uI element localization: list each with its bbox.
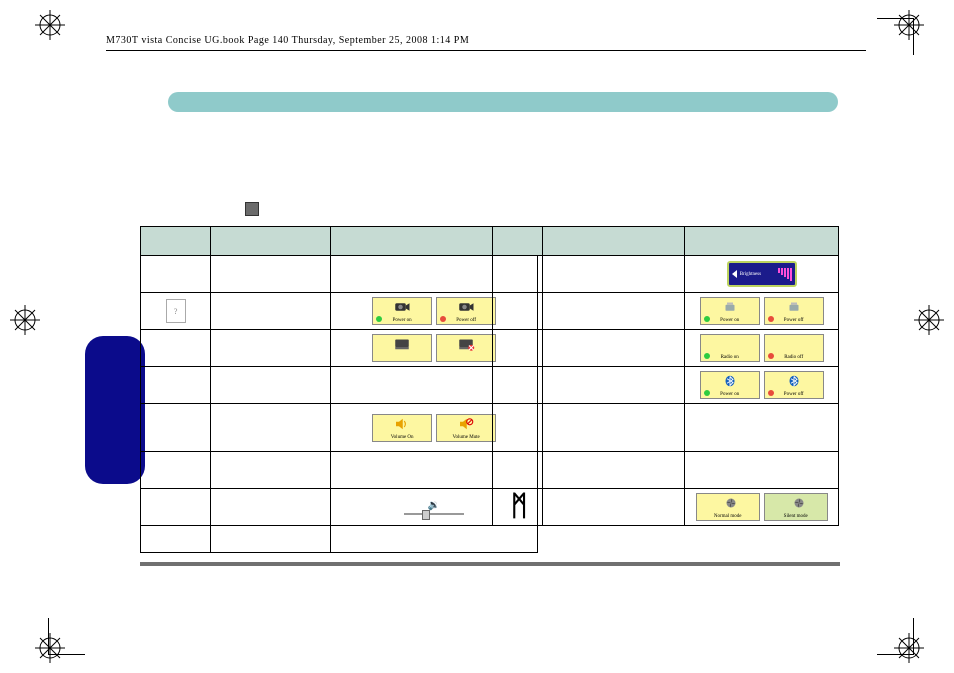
osd-label: Power off <box>784 318 804 323</box>
function-keys-table-left: ? Power on Power off <box>140 226 538 553</box>
page-thumb-tab <box>85 336 145 484</box>
osd-label: Silent mode <box>784 514 808 519</box>
osd-volume-on-icon: Volume On <box>372 414 432 442</box>
col-header <box>141 227 211 256</box>
section-title-bar <box>168 92 838 112</box>
col-header <box>543 227 685 256</box>
col-header <box>211 227 331 256</box>
crop-mark-mid-left <box>10 305 40 335</box>
osd-silent-mode-icon: Silent mode <box>764 493 828 521</box>
osd-bluetooth-on-icon: Power on <box>700 371 760 399</box>
osd-brightness-icon: Brightness <box>727 261 797 287</box>
osd-touchpad-on-icon <box>372 334 432 362</box>
osd-label: Radio off <box>784 355 803 360</box>
table-row <box>141 526 538 553</box>
inline-icon <box>245 202 259 216</box>
footer-rule <box>140 562 840 566</box>
header-rule <box>106 50 866 51</box>
osd-label: Radio on <box>721 355 739 360</box>
table-row-radio: Radio on Radio off <box>493 330 839 367</box>
corner-frame-bl <box>48 618 85 655</box>
osd-camera-off-icon: Power off <box>436 297 496 325</box>
osd-label: Power off <box>784 392 804 397</box>
osd-wlan-off-icon: Power off <box>764 297 824 325</box>
osd-radio-off-icon: Radio off <box>764 334 824 362</box>
table-row <box>141 367 538 404</box>
osd-label: Power off <box>456 318 476 323</box>
osd-touchpad-off-icon <box>436 334 496 362</box>
osd-label: Volume On <box>391 435 414 440</box>
osd-bluetooth-off-icon: Power off <box>764 371 824 399</box>
table-row <box>493 404 839 452</box>
table-row-camera: ? Power on Power off <box>141 293 538 330</box>
table-row-bt: Power on Power off <box>493 367 839 404</box>
osd-label: Power on <box>720 392 739 397</box>
osd-volume-mute-icon: Volume Mute <box>436 414 496 442</box>
table-row <box>493 452 839 489</box>
table-row <box>141 452 538 489</box>
osd-label: Volume Mute <box>453 435 480 440</box>
table-header-row <box>141 227 538 256</box>
corner-frame-br <box>877 618 914 655</box>
osd-label: Brightness <box>740 272 761 277</box>
osd-label: Power on <box>720 318 739 323</box>
osd-wlan-on-icon: Power on <box>700 297 760 325</box>
table-row <box>141 256 538 293</box>
table-row-volume: Volume On Volume Mute <box>141 404 538 452</box>
crop-mark-top-left <box>35 10 65 40</box>
osd-radio-on-icon: Radio on <box>700 334 760 362</box>
osd-label: Power on <box>393 318 412 323</box>
table-row-brightness: Brightness <box>493 256 839 293</box>
crop-mark-mid-right <box>914 305 944 335</box>
function-keys-table-right: Brightness Power on Power off <box>492 226 839 526</box>
col-header <box>493 227 543 256</box>
col-header <box>685 227 839 256</box>
corner-frame-tr <box>877 18 914 55</box>
osd-camera-on-icon: Power on <box>372 297 432 325</box>
table-header-row <box>493 227 839 256</box>
table-row-mode: ᛗ Normal mode Silent mode <box>493 489 839 526</box>
key-icon: ? <box>166 299 186 323</box>
logo-icon: ᛗ <box>511 491 525 522</box>
table-row-touchpad <box>141 330 538 367</box>
table-row-volslider: 🔉 <box>141 489 538 526</box>
osd-volume-slider-icon: 🔉 <box>399 495 469 519</box>
table-row-wlan: Power on Power off <box>493 293 839 330</box>
osd-label: Normal mode <box>714 514 742 519</box>
page-header-meta: M730T vista Concise UG.book Page 140 Thu… <box>106 35 469 46</box>
osd-normal-mode-icon: Normal mode <box>696 493 760 521</box>
